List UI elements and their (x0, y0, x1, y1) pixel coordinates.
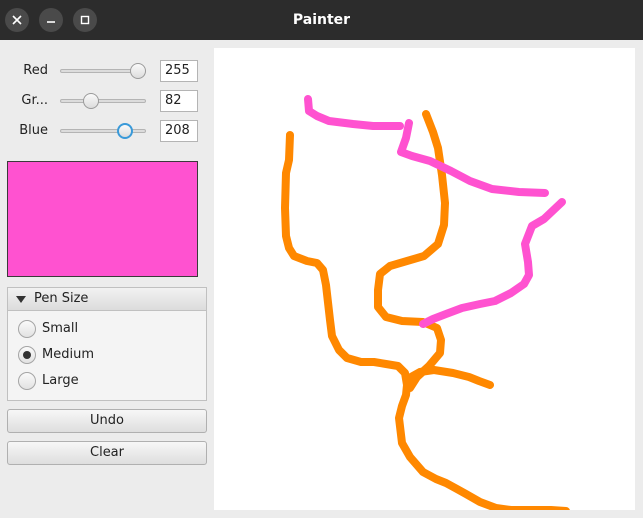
title-bar[interactable]: Painter (0, 0, 643, 40)
expand-arrow-icon (16, 296, 26, 303)
blue-slider-thumb[interactable] (117, 123, 134, 139)
pen-size-header[interactable]: Pen Size (8, 288, 206, 311)
green-label: Gr... (21, 93, 48, 108)
blue-label: Blue (19, 123, 48, 138)
color-swatch (7, 161, 198, 277)
pink-stroke-2 (397, 119, 549, 197)
drawing-canvas[interactable] (214, 48, 635, 510)
radio-large[interactable]: Large (18, 371, 198, 391)
radio-button[interactable] (18, 320, 36, 338)
clear-button[interactable]: Clear (7, 441, 207, 465)
window-title: Painter (292, 12, 351, 28)
radio-medium[interactable]: Medium (18, 345, 198, 365)
pen-size-title: Pen Size (34, 291, 89, 306)
green-slider-row: Gr... 82 (0, 89, 214, 113)
painter-window: Painter Red 255 Gr... 82 Blue 208 Pen Si… (0, 0, 643, 518)
red-slider-thumb[interactable] (130, 63, 146, 79)
orange-stroke-3 (407, 366, 494, 389)
radio-button[interactable] (18, 346, 36, 364)
red-slider-row: Red 255 (0, 59, 214, 83)
pink-stroke-1 (304, 95, 404, 130)
green-slider-thumb[interactable] (82, 93, 99, 109)
red-value-field[interactable]: 255 (160, 60, 198, 82)
radio-label-large: Large (42, 373, 79, 388)
control-panel: Red 255 Gr... 82 Blue 208 Pen Size Small… (0, 40, 214, 518)
radio-button[interactable] (18, 372, 36, 390)
green-value-field[interactable]: 82 (160, 90, 198, 112)
drawing-surface (281, 95, 570, 510)
undo-button[interactable]: Undo (7, 409, 207, 433)
radio-label-medium: Medium (42, 347, 94, 362)
green-slider-track[interactable] (60, 99, 146, 103)
radio-selected-dot (23, 351, 31, 359)
blue-value-field[interactable]: 208 (160, 120, 198, 142)
blue-slider-row: Blue 208 (0, 119, 214, 143)
radio-small[interactable]: Small (18, 319, 198, 339)
radio-label-small: Small (42, 321, 79, 336)
pen-size-panel: Pen Size Small Medium Large (7, 287, 207, 401)
red-label: Red (23, 63, 48, 78)
blue-slider-track[interactable] (60, 129, 146, 133)
